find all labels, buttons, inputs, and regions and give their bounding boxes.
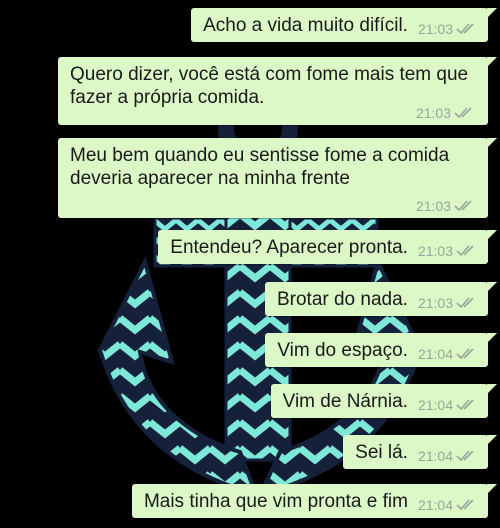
double-check-icon (456, 399, 474, 411)
message-time: 21:03 (417, 243, 453, 259)
message-time: 21:03 (417, 295, 453, 311)
double-check-icon (456, 245, 474, 257)
message-meta: 21:03 (418, 295, 478, 311)
message-text: Vim de Nárnia. (282, 391, 408, 412)
message-bubble[interactable]: Brotar do nada. 21:03 (264, 282, 498, 316)
message-meta: 21:04 (418, 397, 478, 413)
message-meta: 21:03 (416, 198, 476, 214)
message-bubble[interactable]: Quero dizer, você está com fome mais tem… (58, 57, 497, 125)
message-time: 21:03 (415, 198, 451, 214)
message-bubble[interactable]: Vim do espaço. 21:04 (265, 333, 497, 367)
message-time: 21:04 (417, 448, 453, 464)
message-meta: 21:03 (418, 243, 478, 259)
message-time: 21:03 (417, 21, 453, 37)
double-check-icon (456, 499, 474, 511)
message-time: 21:04 (417, 397, 453, 413)
message-text: Meu bem quando eu sentisse fome a comida… (70, 145, 450, 189)
double-check-icon (454, 107, 472, 119)
message-meta: 21:03 (418, 21, 478, 37)
message-bubble[interactable]: Vim de Nárnia. 21:04 (270, 384, 498, 418)
message-text: Mais tinha que vim pronta e fim (143, 491, 408, 512)
message-meta: 21:04 (418, 497, 478, 513)
message-time: 21:04 (417, 497, 453, 513)
message-text: Sei lá. (355, 442, 408, 463)
message-meta: 21:04 (418, 448, 478, 464)
message-bubble[interactable]: Entendeu? Aparecer pronta. 21:03 (158, 230, 497, 264)
message-text: Entendeu? Aparecer pronta. (170, 237, 408, 258)
message-text: Acho a vida muito difícil. (203, 15, 408, 36)
message-meta: 21:03 (416, 105, 476, 121)
double-check-icon (456, 450, 474, 462)
message-bubble[interactable]: Mais tinha que vim pronta e fim 21:04 (131, 484, 498, 518)
chat-screen: Acho a vida muito difícil. 21:03 Quero di… (0, 0, 500, 528)
message-bubble[interactable]: Sei lá. 21:04 (343, 435, 497, 469)
message-bubble[interactable]: Meu bem quando eu sentisse fome a comida… (58, 138, 497, 218)
message-time: 21:04 (417, 346, 453, 362)
message-time: 21:03 (415, 105, 451, 121)
message-text: Brotar do nada. (276, 289, 408, 310)
double-check-icon (456, 23, 474, 35)
double-check-icon (456, 348, 474, 360)
double-check-icon (454, 200, 472, 212)
double-check-icon (456, 297, 474, 309)
message-text: Quero dizer, você está com fome mais tem… (70, 64, 469, 108)
message-text: Vim do espaço. (277, 340, 408, 361)
message-meta: 21:04 (418, 346, 478, 362)
message-bubble[interactable]: Acho a vida muito difícil. 21:03 (191, 8, 497, 42)
